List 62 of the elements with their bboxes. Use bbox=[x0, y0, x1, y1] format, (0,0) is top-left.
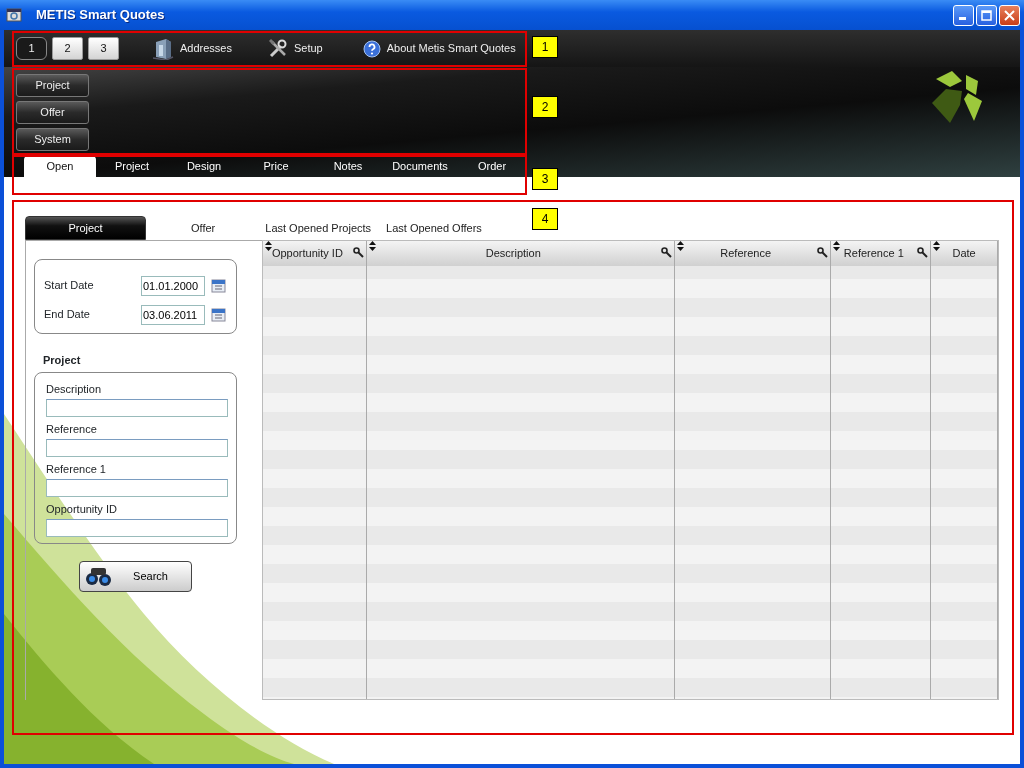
annotation-label: 4 bbox=[532, 208, 558, 230]
minimize-icon bbox=[958, 17, 966, 20]
close-icon bbox=[1004, 9, 1015, 21]
tab[interactable]: Notes bbox=[312, 156, 384, 177]
page-button[interactable]: 3 bbox=[88, 37, 119, 60]
field-label: End Date bbox=[44, 307, 91, 323]
window-title: METIS Smart Quotes bbox=[36, 6, 165, 25]
calendar-icon bbox=[211, 307, 226, 322]
tab[interactable]: Last Opened Projects bbox=[265, 216, 372, 240]
sort-icon bbox=[368, 241, 376, 251]
tab[interactable]: Offer bbox=[191, 216, 216, 240]
maximize-button[interactable] bbox=[976, 4, 997, 26]
page-button[interactable]: 2 bbox=[52, 37, 83, 60]
maximize-icon bbox=[981, 9, 992, 21]
column-header[interactable]: Reference 1 bbox=[831, 241, 932, 266]
field-label: Reference 1 bbox=[46, 461, 107, 476]
tab[interactable]: Project bbox=[25, 216, 146, 240]
building-icon bbox=[152, 37, 174, 60]
sort-icon bbox=[833, 241, 841, 251]
date-field[interactable]: 01.01.2000 bbox=[141, 275, 205, 296]
column-header[interactable]: Description bbox=[366, 241, 675, 266]
tab[interactable]: Design bbox=[168, 156, 240, 177]
tab[interactable]: Project bbox=[96, 156, 168, 177]
close-button[interactable] bbox=[999, 4, 1020, 26]
column-header[interactable]: Date bbox=[931, 241, 998, 266]
input-field[interactable] bbox=[46, 478, 228, 497]
side-menu-button[interactable]: System bbox=[16, 128, 89, 151]
tab[interactable]: Price bbox=[240, 156, 312, 177]
toolbar-button[interactable]: Addresses bbox=[152, 37, 232, 60]
section-heading: Project bbox=[43, 353, 82, 368]
field-label: Reference bbox=[46, 421, 98, 436]
toolbar-button[interactable]: Setup bbox=[268, 38, 323, 59]
column-header[interactable]: Reference bbox=[674, 241, 832, 266]
input-field[interactable] bbox=[46, 398, 228, 417]
sort-icon bbox=[933, 241, 941, 251]
toolbar-button[interactable]: About Metis Smart Quotes bbox=[362, 39, 516, 58]
minimize-button[interactable] bbox=[953, 4, 974, 26]
annotation-label: 3 bbox=[532, 168, 558, 190]
binoculars-icon bbox=[84, 565, 114, 587]
search-button[interactable]: Search bbox=[79, 560, 192, 592]
tab[interactable]: Order bbox=[456, 156, 528, 177]
app-icon bbox=[6, 7, 22, 23]
annotation-label: 2 bbox=[532, 96, 558, 118]
help-icon bbox=[362, 39, 381, 58]
input-field[interactable] bbox=[46, 518, 228, 537]
field-label: Description bbox=[46, 381, 103, 396]
tab[interactable]: Last Opened Offers bbox=[386, 216, 482, 240]
calendar-icon bbox=[211, 278, 226, 293]
sort-icon bbox=[265, 241, 272, 251]
tab[interactable]: Documents bbox=[384, 156, 456, 177]
column-header[interactable]: Opportunity ID bbox=[263, 241, 367, 266]
sort-icon bbox=[676, 241, 684, 251]
page-button[interactable]: 1 bbox=[16, 37, 47, 60]
annotation-label: 1 bbox=[532, 36, 558, 58]
tools-icon bbox=[268, 38, 288, 59]
field-label: Start Date bbox=[44, 278, 95, 294]
date-field[interactable]: 03.06.2011 bbox=[141, 304, 205, 325]
side-menu-button[interactable]: Offer bbox=[16, 101, 89, 124]
input-field[interactable] bbox=[46, 438, 228, 457]
side-menu-button[interactable]: Project bbox=[16, 74, 89, 97]
tab[interactable]: Open bbox=[24, 156, 96, 177]
field-label: Opportunity ID bbox=[46, 501, 118, 516]
